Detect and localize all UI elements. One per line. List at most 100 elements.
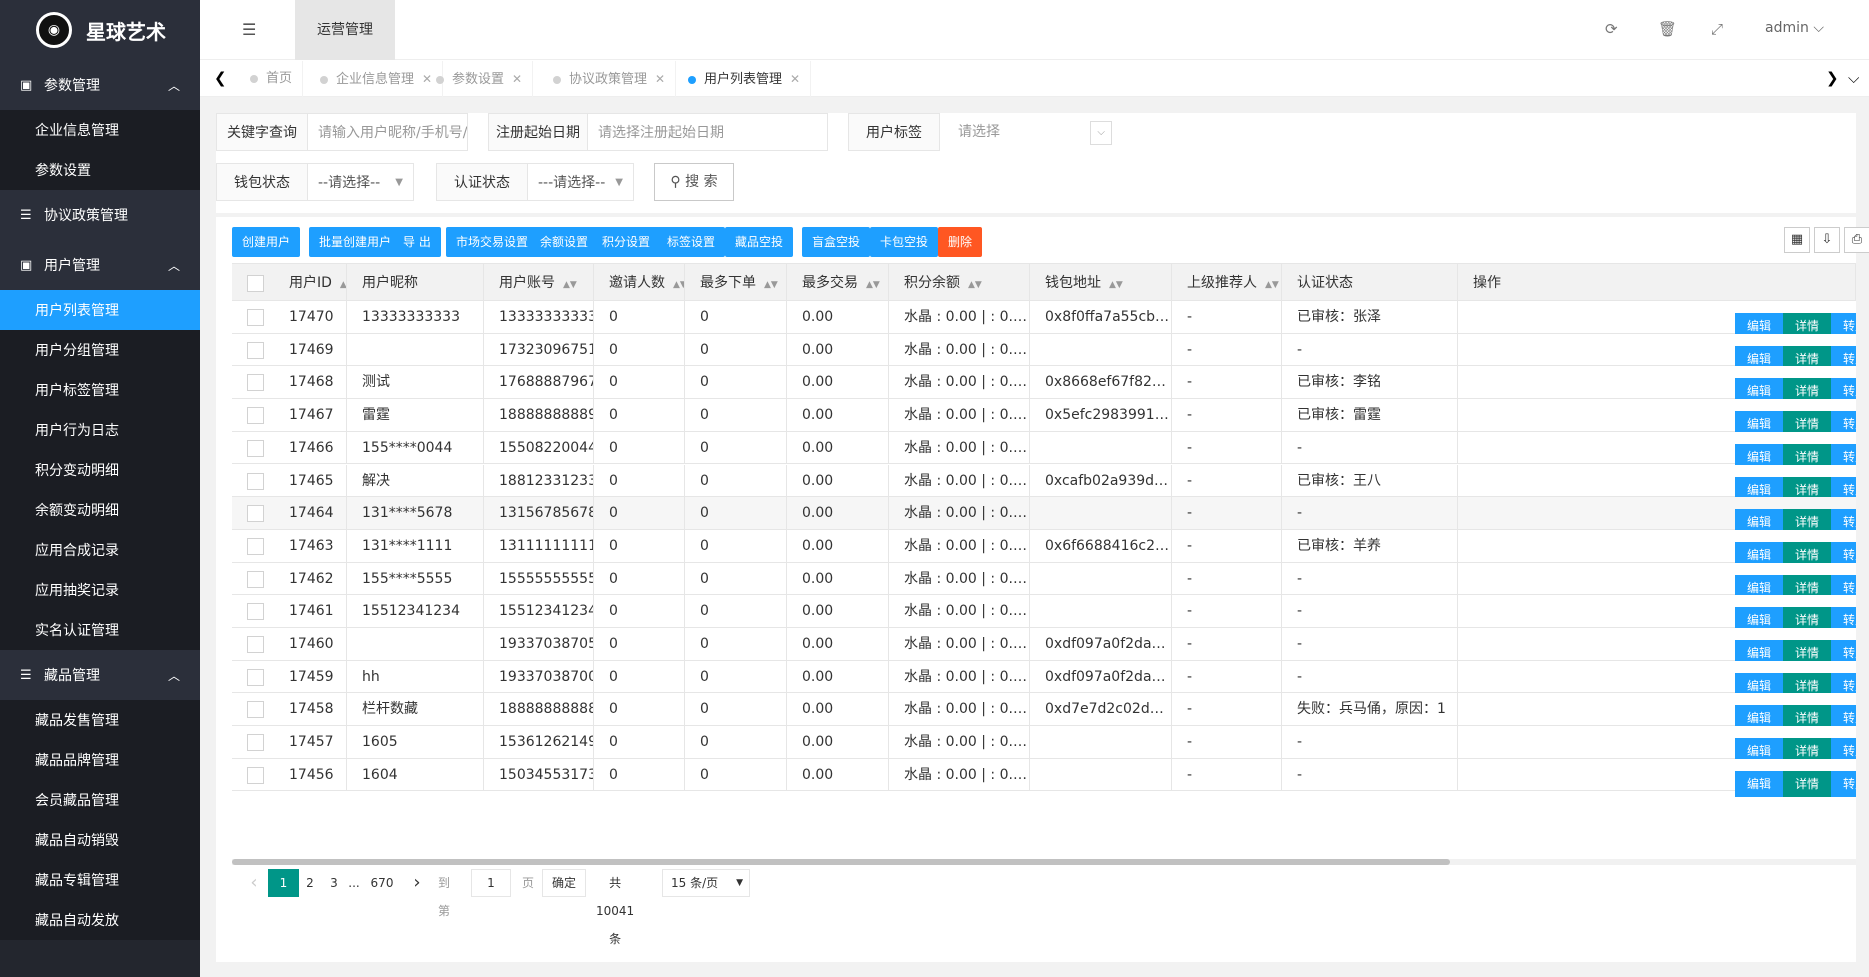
app-logo[interactable]: ◉ 星球艺术 <box>0 0 200 60</box>
header-tab-ops[interactable]: 运营管理 <box>295 0 395 60</box>
menu-toggle-icon[interactable]: ☰ <box>242 20 256 39</box>
table-row[interactable]: 17466 155****0044 15508220044 0 0 0.00 水晶 : 0.… <box>232 431 1856 470</box>
tab-menu-icon[interactable]: ⌵ <box>1848 69 1859 87</box>
sort-icon[interactable]: ▲▼ <box>563 280 577 290</box>
column-header[interactable]: 最多下单 ▲▼ <box>685 264 787 302</box>
table-row[interactable]: 17465 解决 18812331233 0 0 0.00 水晶 : 0.00 | : 0.… <box>232 464 1856 503</box>
next-page-icon[interactable]: › <box>407 869 427 897</box>
sort-icon[interactable]: ▲▼ <box>764 280 778 290</box>
column-header[interactable]: 认证状态 <box>1282 264 1458 302</box>
tab-prev-icon[interactable]: ❮ <box>214 69 227 87</box>
page-number[interactable]: 2 <box>300 869 320 897</box>
row-checkbox[interactable] <box>247 439 264 457</box>
toolbar-button[interactable]: 批量创建用户 <box>309 227 402 257</box>
scrollbar-thumb[interactable] <box>232 859 1450 865</box>
confirm-page-button[interactable]: 确定 <box>542 869 586 897</box>
toolbar-button[interactable]: 盲盒空投 <box>802 227 871 257</box>
sidebar-item[interactable]: 应用合成记录 <box>0 530 200 570</box>
sidebar-item[interactable]: 用户行为日志 <box>0 410 200 450</box>
select-all-checkbox[interactable] <box>247 275 264 292</box>
table-row[interactable]: 17461 15512341234 15512341234 0 0 0.00 水晶 : 0.… <box>232 595 1856 634</box>
fullscreen-icon[interactable]: ⤢ <box>1711 20 1723 38</box>
sort-icon[interactable]: ▲▼ <box>968 280 982 290</box>
trash-icon[interactable]: 🗑 <box>1658 20 1677 38</box>
row-checkbox[interactable] <box>247 374 264 392</box>
sidebar-section[interactable]: ☰ 藏品管理 ︿ <box>0 650 200 700</box>
transfer-button[interactable]: 转账 <box>1831 770 1856 797</box>
sidebar-item[interactable]: 余额变动明细 <box>0 490 200 530</box>
toolbar-button[interactable]: 标签设置 <box>657 227 726 257</box>
sidebar-item[interactable]: 用户标签管理 <box>0 370 200 410</box>
table-row[interactable]: 17467 雷霆 18888888889 0 0 0.00 水晶 : 0.00 | : 0.… <box>232 399 1856 438</box>
sidebar-item[interactable]: 企业信息管理 <box>0 110 200 150</box>
column-header[interactable]: 最多交易 ▲▼ <box>787 264 889 302</box>
toolbar-button[interactable]: 积分设置 <box>592 227 661 257</box>
table-row[interactable]: 17462 155****5555 15555555555 0 0 0.00 水晶 : 0.… <box>232 562 1856 601</box>
table-row[interactable]: 17469 17323096751 0 0 0.00 水晶 : 0.00 | : 0.00… <box>232 333 1856 372</box>
table-row[interactable]: 17456 1604 15034553173 0 0 0.00 水晶 : 0.00 | : … <box>232 758 1856 797</box>
close-icon[interactable]: ✕ <box>790 72 800 86</box>
column-header[interactable]: 用户昵称 <box>347 264 484 302</box>
tab-item[interactable]: 企业信息管理 ✕ <box>310 61 444 97</box>
detail-button[interactable]: 详情 <box>1783 770 1832 797</box>
sidebar-item[interactable]: 用户列表管理 <box>0 290 200 330</box>
sidebar-item[interactable]: 藏品自动销毁 <box>0 820 200 860</box>
sidebar-section[interactable]: ▣ 参数管理 ︿ <box>0 60 200 110</box>
column-header[interactable]: 用户账号 ▲▼ <box>484 264 594 302</box>
close-icon[interactable]: ✕ <box>512 72 522 86</box>
table-row[interactable]: 17457 1605 15361262149 0 0 0.00 水晶 : 0.00 | : … <box>232 726 1856 765</box>
column-header[interactable]: 上级推荐人 ▲▼ <box>1172 264 1282 302</box>
row-checkbox[interactable] <box>247 505 264 523</box>
wallet-select[interactable]: --请选择-- ▼ <box>308 163 414 201</box>
column-header[interactable]: 钱包地址 ▲▼ <box>1030 264 1172 302</box>
sidebar-item[interactable]: 用户分组管理 <box>0 330 200 370</box>
toolbar-button[interactable]: 余额设置 <box>530 227 599 257</box>
page-number[interactable]: 1 <box>268 869 299 897</box>
row-checkbox[interactable] <box>247 701 264 719</box>
column-header[interactable]: 积分余额 ▲▼ <box>889 264 1030 302</box>
toolbar-button[interactable]: 卡包空投 <box>870 227 939 257</box>
table-row[interactable]: 17458 栏杆数藏 18888888888 0 0 0.00 水晶 : 0.00 | : … <box>232 693 1856 732</box>
table-row[interactable]: 17470 13333333333 13333333333 0 0 0.00 水晶 : 0.… <box>232 301 1856 339</box>
page-number[interactable]: 3 <box>324 869 344 897</box>
sidebar-item[interactable]: 会员藏品管理 <box>0 780 200 820</box>
export-icon[interactable]: ⇩ <box>1814 227 1840 253</box>
sidebar-item[interactable]: 藏品品牌管理 <box>0 740 200 780</box>
auth-select[interactable]: ---请选择-- ▼ <box>528 163 634 201</box>
keyword-input[interactable]: 请输入用户昵称/手机号/邀请 <box>308 113 468 151</box>
row-checkbox[interactable] <box>247 570 264 588</box>
toolbar-button[interactable]: 导 出 <box>393 227 441 257</box>
sidebar-item[interactable]: 藏品发售管理 <box>0 700 200 740</box>
row-checkbox[interactable] <box>247 341 264 359</box>
toolbar-button[interactable]: 删除 <box>938 227 983 257</box>
table-row[interactable]: 17460 19337038705 0 0 0.00 水晶 : 0.00 | : 0.00… <box>232 628 1856 666</box>
per-page-select[interactable]: 15 条/页 ▼ <box>662 869 750 897</box>
date-input[interactable]: 请选择注册起始日期 <box>588 113 828 151</box>
column-header[interactable]: 邀请人数 ▲▼ <box>594 264 685 302</box>
refresh-icon[interactable]: ⟳ <box>1605 20 1618 38</box>
sidebar-item[interactable]: 藏品专辑管理 <box>0 860 200 900</box>
prev-page-icon[interactable]: ‹ <box>244 869 264 897</box>
sidebar-item[interactable]: 积分变动明细 <box>0 450 200 490</box>
edit-button[interactable]: 编辑 <box>1735 770 1784 797</box>
row-checkbox[interactable] <box>247 766 264 784</box>
sidebar-item[interactable]: 参数设置 <box>0 150 200 190</box>
toolbar-button[interactable]: 创建用户 <box>232 227 301 257</box>
row-checkbox[interactable] <box>247 407 264 425</box>
tab-item[interactable]: 参数设置 ✕ <box>426 61 534 97</box>
tab-next-icon[interactable]: ❯ <box>1826 69 1839 87</box>
user-menu[interactable]: admin ⌵ <box>1765 20 1824 36</box>
row-checkbox[interactable] <box>247 472 264 490</box>
page-number[interactable]: 670 <box>364 869 400 897</box>
row-checkbox[interactable] <box>247 537 264 555</box>
row-checkbox[interactable] <box>247 309 264 326</box>
row-checkbox[interactable] <box>247 734 264 752</box>
table-row[interactable]: 17459 hh 19337038700 0 0 0.00 水晶 : 0.00 | : 0.… <box>232 660 1856 699</box>
sort-icon[interactable]: ▲▼ <box>673 280 684 290</box>
row-checkbox[interactable] <box>247 636 264 653</box>
horizontal-scrollbar[interactable] <box>232 859 1856 865</box>
table-row[interactable]: 17464 131****5678 13156785678 0 0 0.00 水晶 : 0.… <box>232 497 1856 536</box>
tab-item[interactable]: 协议政策管理 ✕ <box>543 61 677 97</box>
row-checkbox[interactable] <box>247 603 264 621</box>
column-header[interactable]: 用户ID ▲▼ <box>274 264 347 302</box>
